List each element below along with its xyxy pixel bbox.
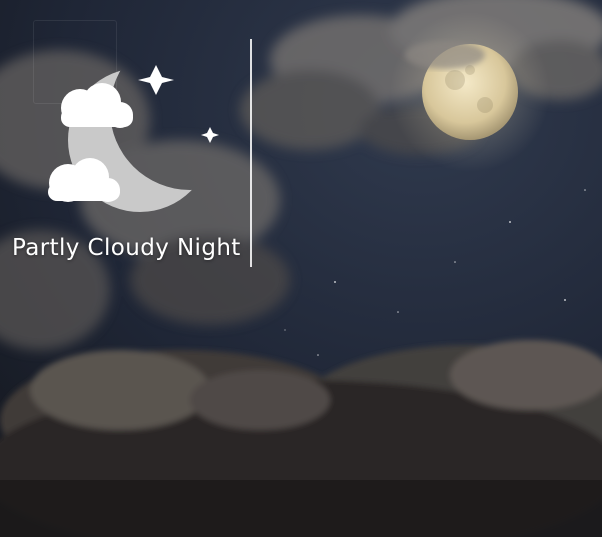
vertical-divider bbox=[250, 39, 252, 267]
weather-condition-label: Partly Cloudy Night bbox=[12, 235, 241, 261]
partly-cloudy-night-icon bbox=[48, 65, 219, 212]
weather-widget: Partly Cloudy Night bbox=[0, 0, 602, 537]
